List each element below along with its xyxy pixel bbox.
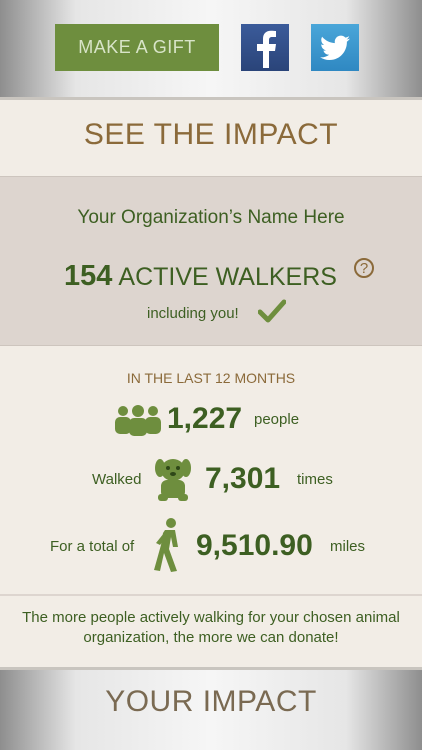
active-walkers-count: 154 — [64, 260, 113, 292]
walked-count: 7,301 — [205, 462, 281, 495]
people-stat: 1,227 — [167, 402, 242, 436]
donation-message: The more people actively walking for you… — [22, 609, 400, 646]
total-prefix: For a total of — [50, 538, 135, 555]
help-question-icon[interactable]: ? — [354, 258, 374, 278]
see-the-impact-heading: SEE THE IMPACT — [83, 118, 339, 151]
walked-stat: 7,301 — [205, 462, 280, 496]
walked-prefix: Walked — [92, 471, 142, 488]
people-group-icon — [115, 405, 161, 436]
make-a-gift-button[interactable]: MAKE A GIFT — [55, 24, 219, 71]
checkmark-icon — [258, 299, 286, 323]
people-label: people — [254, 411, 300, 428]
walking-person-icon — [154, 518, 178, 572]
twitter-button[interactable] — [311, 24, 359, 71]
including-you-label: including you! — [147, 305, 239, 322]
organization-panel: Your Organization’s Name Here 154 ACTIVE … — [0, 176, 422, 346]
period-label: IN THE LAST 12 MONTHS — [126, 370, 296, 386]
miles-count: 9,510.90 — [196, 529, 313, 562]
twitter-icon — [320, 35, 350, 60]
dog-icon — [155, 459, 191, 501]
top-toolbar: MAKE A GIFT — [0, 0, 422, 100]
active-walkers: 154 ACTIVE WALKERS — [64, 260, 337, 293]
organization-name: Your Organization’s Name Here — [77, 207, 345, 228]
your-impact-bar[interactable]: YOUR IMPACT — [0, 667, 422, 750]
miles-stat: 9,510.90 — [196, 529, 313, 563]
your-impact-heading: YOUR IMPACT — [105, 685, 317, 718]
miles-suffix: miles — [330, 538, 366, 555]
active-walkers-label: ACTIVE WALKERS — [118, 263, 337, 291]
people-count: 1,227 — [167, 402, 243, 435]
walked-suffix: times — [297, 471, 333, 488]
facebook-icon — [257, 30, 276, 68]
divider — [0, 594, 422, 596]
facebook-button[interactable] — [241, 24, 289, 71]
